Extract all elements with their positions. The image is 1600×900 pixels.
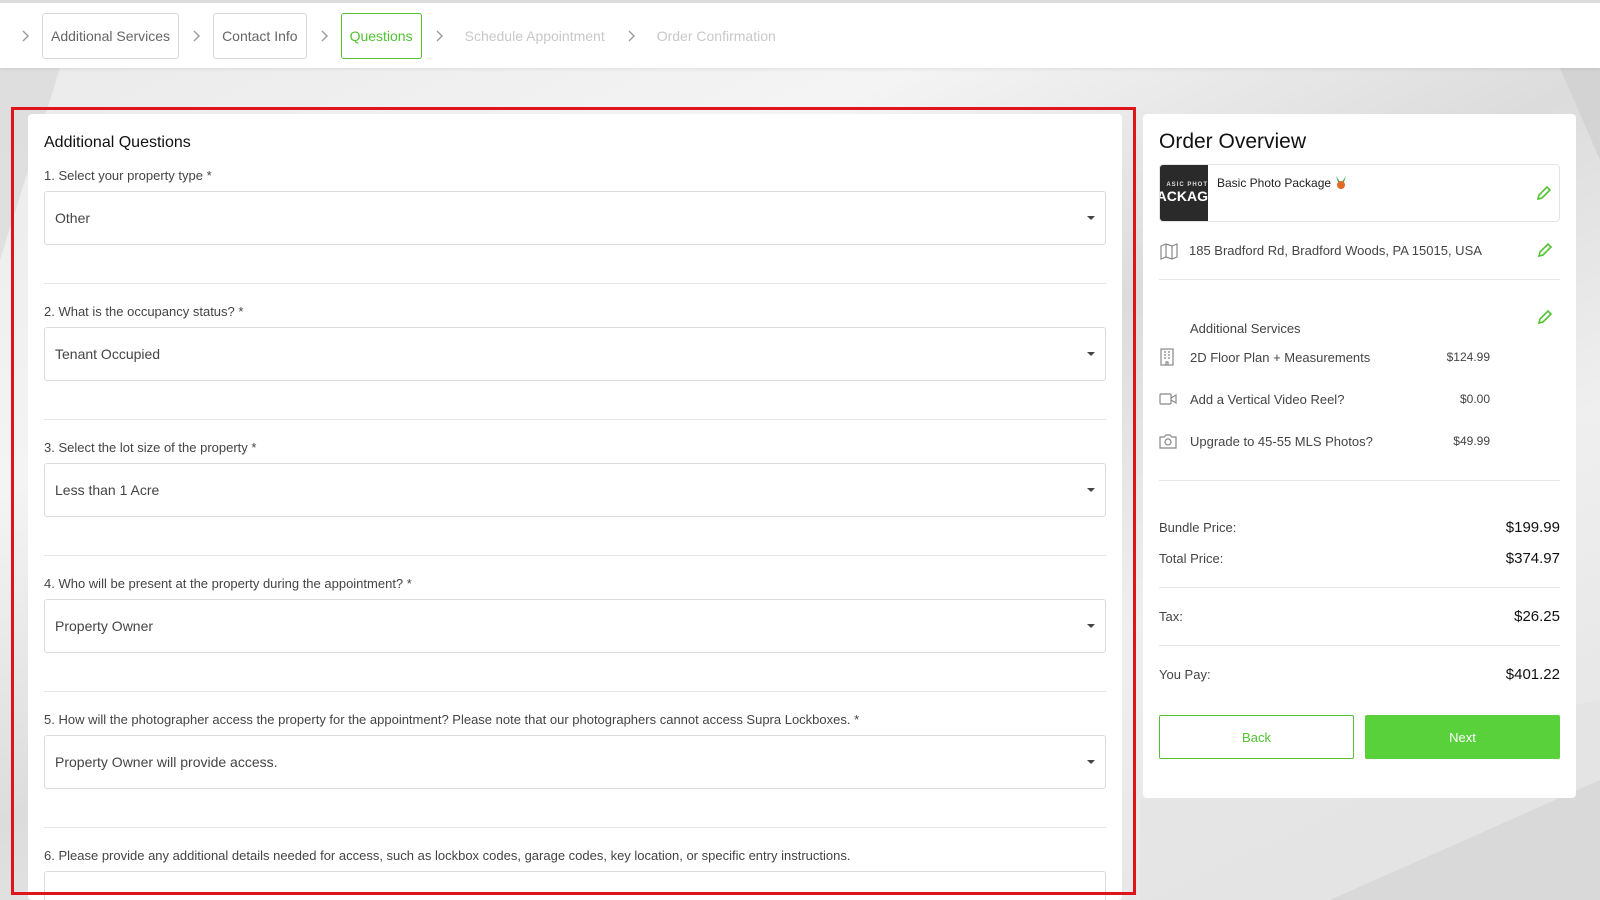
property-type-select[interactable]: Other <box>44 191 1106 245</box>
you-pay-value: $401.22 <box>1505 666 1560 683</box>
bundle-price-value: $199.99 <box>1505 519 1560 536</box>
video-icon <box>1159 389 1179 409</box>
divider <box>1159 587 1560 588</box>
caret-down-icon <box>1087 352 1095 356</box>
service-name: Upgrade to 45-55 MLS Photos? <box>1190 433 1373 449</box>
bundle-price-row: Bundle Price: $199.99 <box>1159 519 1560 536</box>
caret-down-icon <box>1087 624 1095 628</box>
chevron-right-icon <box>428 25 450 47</box>
tax-value: $26.25 <box>1514 608 1560 625</box>
package-name-row: Basic Photo Package <box>1217 176 1347 190</box>
chevron-right-icon <box>313 25 335 47</box>
question-label: 3. Select the lot size of the property * <box>44 440 257 455</box>
award-icon <box>1335 176 1347 190</box>
package-thumbnail: ASIC PHOT ACKAG <box>1160 165 1208 221</box>
chevron-right-icon <box>620 25 642 47</box>
step-order-confirmation: Order Confirmation <box>647 12 785 59</box>
who-present-select[interactable]: Property Owner <box>44 599 1106 653</box>
edit-package-icon[interactable] <box>1535 184 1553 202</box>
caret-down-icon <box>1087 760 1095 764</box>
caret-down-icon <box>1087 488 1095 492</box>
thumbnail-text-main: ACKAG <box>1160 188 1208 204</box>
next-button[interactable]: Next <box>1365 715 1560 759</box>
select-value: Tenant Occupied <box>55 346 161 362</box>
select-value: Property Owner will provide access. <box>55 754 278 770</box>
question-label: 5. How will the photographer access the … <box>44 712 860 727</box>
questions-panel: Additional Questions 1. Select your prop… <box>28 114 1122 900</box>
divider <box>1159 645 1560 646</box>
question-label: 1. Select your property type * <box>44 168 212 183</box>
total-price-label: Total Price: <box>1159 551 1224 566</box>
lot-size-select[interactable]: Less than 1 Acre <box>44 463 1106 517</box>
divider <box>1159 480 1560 481</box>
order-overview-panel: Order Overview ASIC PHOT ACKAG Basic Pho… <box>1143 114 1576 798</box>
step-questions[interactable]: Questions <box>340 12 422 59</box>
camera-icon <box>1159 431 1179 451</box>
tax-label: Tax: <box>1159 609 1183 624</box>
order-overview-title: Order Overview <box>1159 130 1307 153</box>
service-name: Add a Vertical Video Reel? <box>1190 391 1345 407</box>
select-value: Other <box>55 210 91 226</box>
services-header: Additional Services <box>1159 294 1560 336</box>
select-value: Less than 1 Acre <box>55 482 160 498</box>
question-property-type: 1. Select your property type * Other <box>44 168 1106 284</box>
service-row: Upgrade to 45-55 MLS Photos? $49.99 <box>1159 420 1560 462</box>
service-name: 2D Floor Plan + Measurements <box>1190 349 1371 365</box>
step-additional-services[interactable]: Additional Services <box>42 12 180 59</box>
service-price: $49.99 <box>1453 434 1490 448</box>
edit-services-icon[interactable] <box>1536 308 1554 326</box>
action-buttons: Back Next <box>1159 715 1560 759</box>
question-occupancy-status: 2. What is the occupancy status? * Tenan… <box>44 304 1106 420</box>
step-contact-info[interactable]: Contact Info <box>213 12 307 59</box>
step-schedule-appointment: Schedule Appointment <box>455 12 614 59</box>
questions-title: Additional Questions <box>44 134 191 151</box>
bundle-price-label: Bundle Price: <box>1159 520 1237 535</box>
services-title: Additional Services <box>1190 321 1301 336</box>
address-row: 185 Bradford Rd, Bradford Woods, PA 1501… <box>1159 222 1560 280</box>
step-navigation: Additional Services Contact Info Questio… <box>0 0 1600 68</box>
floorplan-icon <box>1159 347 1179 367</box>
you-pay-row: You Pay: $401.22 <box>1159 666 1560 683</box>
address-text: 185 Bradford Rd, Bradford Woods, PA 1501… <box>1189 243 1482 258</box>
you-pay-label: You Pay: <box>1159 667 1211 682</box>
back-button[interactable]: Back <box>1159 715 1354 759</box>
question-who-present: 4. Who will be present at the property d… <box>44 576 1106 692</box>
question-label: 6. Please provide any additional details… <box>44 848 851 863</box>
package-card: ASIC PHOT ACKAG Basic Photo Package <box>1159 164 1560 222</box>
occupancy-status-select[interactable]: Tenant Occupied <box>44 327 1106 381</box>
chevron-right-icon <box>14 25 36 47</box>
package-name: Basic Photo Package <box>1217 176 1332 190</box>
service-price: $0.00 <box>1459 392 1490 406</box>
question-access-method: 5. How will the photographer access the … <box>44 712 1106 828</box>
service-row: Add a Vertical Video Reel? $0.00 <box>1159 378 1560 420</box>
chevron-right-icon <box>185 25 207 47</box>
total-price-value: $374.97 <box>1505 550 1560 567</box>
edit-address-icon[interactable] <box>1536 241 1554 259</box>
question-label: 4. Who will be present at the property d… <box>44 576 412 591</box>
tax-row: Tax: $26.25 <box>1159 608 1560 625</box>
total-price-row: Total Price: $374.97 <box>1159 550 1560 567</box>
question-lot-size: 3. Select the lot size of the property *… <box>44 440 1106 556</box>
service-row: 2D Floor Plan + Measurements $124.99 <box>1159 336 1560 378</box>
question-label: 2. What is the occupancy status? * <box>44 304 244 319</box>
access-method-select[interactable]: Property Owner will provide access. <box>44 735 1106 789</box>
question-access-details: 6. Please provide any additional details… <box>44 848 1106 900</box>
access-details-input[interactable] <box>44 871 1106 900</box>
map-icon <box>1159 241 1179 261</box>
caret-down-icon <box>1087 216 1095 220</box>
select-value: Property Owner <box>55 618 154 634</box>
service-price: $124.99 <box>1446 350 1490 364</box>
